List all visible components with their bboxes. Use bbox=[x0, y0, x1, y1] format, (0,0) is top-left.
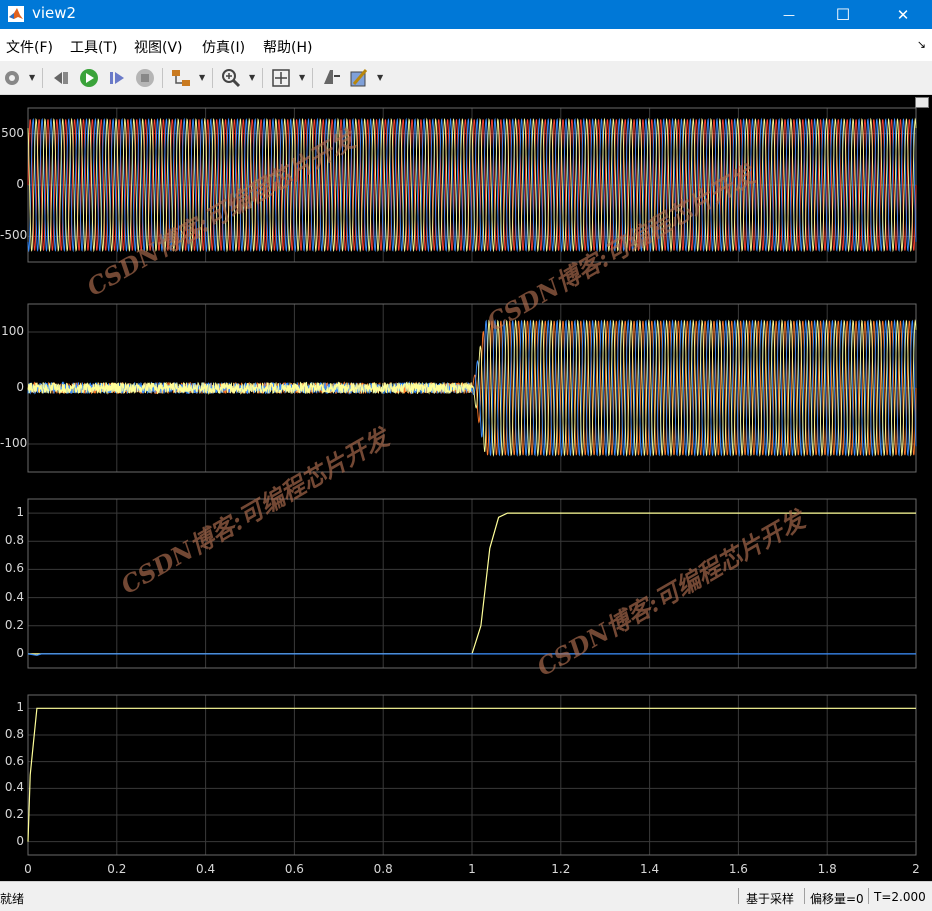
y-tick-label: 0 bbox=[16, 380, 24, 394]
zoom-dropdown-icon[interactable]: ▼ bbox=[249, 73, 255, 82]
menu-view[interactable]: 视图(V) bbox=[134, 37, 183, 57]
x-tick-label: 2 bbox=[912, 862, 920, 876]
y-tick-label: -500 bbox=[0, 228, 28, 243]
y-tick-label: 0.4 bbox=[4, 780, 24, 795]
status-bar: 就绪 基于采样 偏移量=0 T=2.000 bbox=[0, 881, 932, 911]
status-sample-based: 基于采样 bbox=[746, 892, 795, 906]
y-tick-label: 0.4 bbox=[4, 589, 24, 604]
x-tick-label: 1.6 bbox=[728, 862, 748, 876]
y-tick-label: 0.2 bbox=[4, 807, 24, 821]
toolbar-separator bbox=[162, 68, 163, 88]
signal-select-dropdown-icon[interactable]: ▼ bbox=[199, 73, 205, 82]
y-tick-label: 0 bbox=[16, 645, 24, 660]
menu-tools[interactable]: 工具(T) bbox=[70, 37, 117, 57]
y-tick-label: 500 bbox=[1, 125, 24, 140]
y-tick-label: 0.2 bbox=[4, 617, 24, 632]
close-button[interactable]: ✕ bbox=[880, 0, 926, 29]
y-tick-label: 0 bbox=[16, 177, 24, 191]
x-tick-label: 0.8 bbox=[373, 862, 393, 876]
y-tick-label: 1 bbox=[16, 700, 24, 715]
status-separator bbox=[738, 888, 739, 904]
toolbar-separator bbox=[312, 68, 313, 88]
minimize-button[interactable]: — bbox=[766, 0, 812, 29]
settings-dropdown-icon[interactable]: ▼ bbox=[29, 73, 35, 82]
zoom-icon[interactable] bbox=[220, 66, 242, 90]
menu-simulation[interactable]: 仿真(I) bbox=[202, 37, 245, 57]
x-tick-label: 0.4 bbox=[196, 862, 216, 876]
run-icon[interactable] bbox=[78, 66, 100, 90]
toolbar-separator bbox=[42, 68, 43, 88]
y-tick-label: 0.8 bbox=[4, 727, 24, 741]
menu-file[interactable]: 文件(F) bbox=[6, 37, 53, 57]
x-tick-label: 1.4 bbox=[640, 862, 660, 876]
x-tick-label: 0 bbox=[24, 862, 32, 876]
y-tick-label: 100 bbox=[1, 324, 24, 338]
stop-icon[interactable] bbox=[134, 66, 156, 90]
style-dropdown-icon[interactable]: ▼ bbox=[377, 73, 383, 82]
autoscale-dropdown-icon[interactable]: ▼ bbox=[299, 73, 305, 82]
title-bar: view2 — ☐ ✕ bbox=[0, 0, 932, 29]
toolbar-separator bbox=[262, 68, 263, 88]
minimize-icon: — bbox=[783, 7, 795, 22]
menu-help[interactable]: 帮助(H) bbox=[263, 37, 312, 57]
y-tick-label: 1 bbox=[16, 505, 24, 520]
y-tick-label: -100 bbox=[0, 436, 28, 450]
y-tick-label: 0.8 bbox=[4, 533, 24, 548]
window-title: view2 bbox=[32, 4, 77, 22]
x-tick-label: 1.8 bbox=[817, 862, 837, 876]
dock-icon[interactable]: ↘ bbox=[917, 38, 926, 51]
scope-plots bbox=[27, 107, 917, 856]
maximize-icon: ☐ bbox=[835, 5, 851, 24]
autoscale-icon[interactable] bbox=[270, 66, 292, 90]
maximize-button[interactable]: ☐ bbox=[820, 0, 866, 29]
status-time: T=2.000 bbox=[874, 890, 926, 904]
x-tick-label: 0.6 bbox=[284, 862, 304, 876]
close-icon: ✕ bbox=[896, 5, 910, 24]
toolbar: ▼ ▼ ▼ ▼ ▼ bbox=[0, 61, 932, 95]
step-forward-icon[interactable] bbox=[106, 66, 128, 90]
status-separator bbox=[804, 888, 805, 904]
status-ready: 就绪 bbox=[0, 892, 25, 906]
x-tick-label: 1.2 bbox=[551, 862, 571, 876]
menu-bar: 文件(F) 工具(T) 视图(V) 仿真(I) 帮助(H) ↘ bbox=[0, 29, 932, 61]
status-offset: 偏移量=0 bbox=[810, 892, 864, 906]
settings-icon[interactable] bbox=[2, 66, 22, 90]
matlab-logo-icon bbox=[8, 6, 24, 22]
toolbar-separator bbox=[212, 68, 213, 88]
signal-select-icon[interactable] bbox=[170, 66, 192, 90]
expand-icon[interactable] bbox=[915, 97, 929, 108]
y-tick-label: 0.6 bbox=[4, 561, 24, 576]
step-back-icon[interactable] bbox=[50, 66, 72, 90]
style-icon[interactable] bbox=[348, 66, 370, 90]
status-separator bbox=[868, 888, 869, 904]
x-tick-label: 0.2 bbox=[107, 862, 127, 876]
x-tick-label: 1 bbox=[468, 862, 476, 876]
y-tick-label: 0.6 bbox=[4, 753, 24, 768]
cursor-measure-icon[interactable] bbox=[320, 66, 342, 90]
y-tick-label: 0 bbox=[16, 833, 24, 848]
